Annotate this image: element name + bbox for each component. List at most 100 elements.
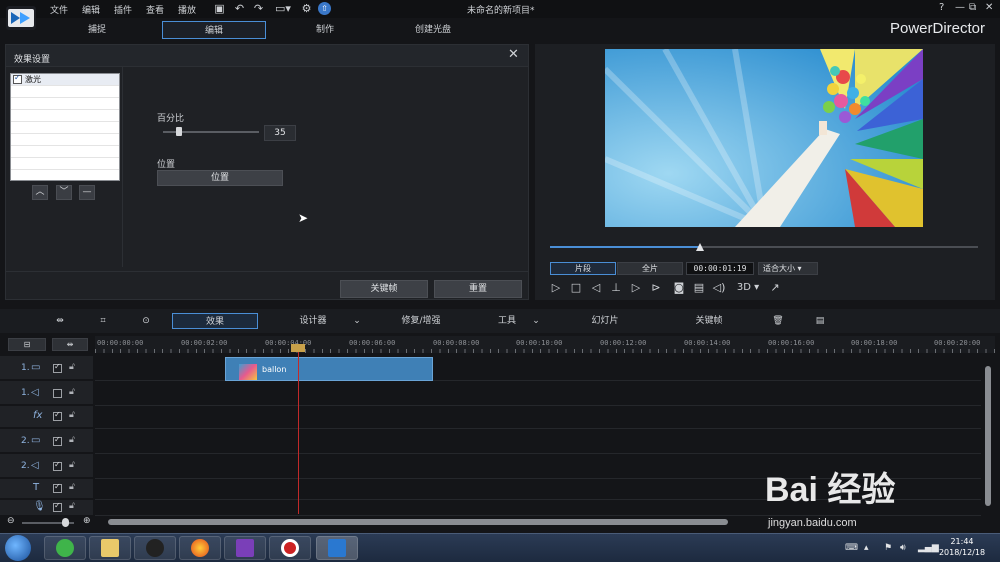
- menu-playback[interactable]: 播放: [178, 3, 196, 16]
- restore-button[interactable]: ⧉: [969, 2, 976, 13]
- position-button[interactable]: 位置: [157, 170, 283, 186]
- tab-create-disc[interactable]: 创建光盘: [398, 21, 468, 39]
- track-enable-checkbox[interactable]: [53, 435, 62, 446]
- track-enable-checkbox[interactable]: [53, 389, 62, 398]
- list-item: [11, 134, 119, 146]
- menu-edit[interactable]: 编辑: [82, 3, 100, 16]
- vertical-scrollbar[interactable]: [985, 366, 991, 506]
- audio-track-1[interactable]: [95, 381, 981, 406]
- effects-button[interactable]: 效果: [172, 313, 258, 329]
- lock-icon[interactable]: 🔓︎: [69, 410, 75, 420]
- zoom-slider-handle[interactable]: [62, 518, 69, 527]
- percent-value-input[interactable]: 35: [264, 125, 296, 141]
- crop-icon[interactable]: ⌗: [95, 313, 111, 329]
- panel-title: 效果设置: [14, 55, 51, 65]
- designer-button[interactable]: 设计器: [290, 313, 336, 329]
- designer-dropdown-icon[interactable]: ⌄: [351, 313, 363, 329]
- menu-file[interactable]: 文件: [50, 3, 68, 16]
- tab-clip-mode[interactable]: 片段: [550, 262, 616, 275]
- fit-timeline-button[interactable]: ⇹: [52, 338, 88, 351]
- tools-button[interactable]: 工具: [490, 313, 524, 329]
- track-enable-checkbox[interactable]: [53, 460, 62, 471]
- percent-label: 百分比: [157, 114, 185, 124]
- tab-movie-mode[interactable]: 全片: [617, 262, 683, 275]
- lock-icon[interactable]: 🔓︎: [69, 387, 75, 397]
- tools-dropdown-icon[interactable]: ⌄: [530, 313, 542, 329]
- 3d-mode-button[interactable]: 3D ▾: [734, 281, 762, 295]
- effect-name: 激光: [25, 75, 41, 84]
- remove-effect-button[interactable]: —: [79, 185, 95, 200]
- preview-scrubber-handle[interactable]: [696, 243, 704, 251]
- undock-preview-icon[interactable]: ↗: [768, 281, 782, 295]
- stop-icon[interactable]: □: [569, 281, 583, 295]
- fast-forward-icon[interactable]: ⊳: [649, 281, 663, 295]
- horizontal-scrollbar[interactable]: [108, 519, 728, 525]
- split-clip-icon[interactable]: ⇹: [52, 313, 68, 329]
- playhead-handle[interactable]: [291, 344, 305, 352]
- play-icon[interactable]: ▷: [549, 281, 563, 295]
- move-up-button[interactable]: ︿: [32, 185, 48, 200]
- lock-icon[interactable]: 🔓︎: [69, 501, 75, 511]
- lock-icon[interactable]: 🔓︎: [69, 362, 75, 372]
- tab-produce[interactable]: 制作: [290, 21, 360, 39]
- menu-view[interactable]: 查看: [146, 3, 164, 16]
- keyframe-tool-button[interactable]: 关键帧: [688, 313, 730, 329]
- lock-icon[interactable]: 🔓︎: [69, 482, 75, 492]
- split-icon[interactable]: ⊥: [609, 281, 623, 295]
- effect-list-item[interactable]: 激光: [11, 73, 119, 86]
- next-frame-icon[interactable]: ▷: [629, 281, 643, 295]
- baidu-watermark-url: jingyan.baidu.com: [768, 517, 857, 529]
- delete-trash-icon[interactable]: 🗑: [771, 313, 785, 329]
- volume-tray-icon[interactable]: 🔊︎: [900, 543, 906, 553]
- subtitle-icon[interactable]: ▤: [692, 281, 706, 295]
- zoom-in-icon[interactable]: ⊕: [83, 516, 91, 526]
- previous-frame-icon[interactable]: ◁: [589, 281, 603, 295]
- upgrade-icon[interactable]: ⇧: [318, 2, 331, 15]
- add-marker-icon[interactable]: ⊙: [138, 313, 154, 329]
- fit-size-dropdown[interactable]: 适合大小 ▾: [758, 262, 818, 275]
- taskbar-clock[interactable]: 21:44 2018/12/18: [936, 536, 988, 558]
- mouse-cursor-icon: ➤: [298, 211, 309, 225]
- undo-icon[interactable]: ↶: [233, 2, 246, 15]
- save-icon[interactable]: ▣: [213, 2, 226, 15]
- track-manager-button[interactable]: ⊟: [8, 338, 46, 351]
- track-enable-checkbox[interactable]: [53, 501, 62, 512]
- tab-capture[interactable]: 捕捉: [62, 21, 132, 39]
- minimize-button[interactable]: —: [955, 2, 965, 13]
- snapshot-camera-icon[interactable]: ◙: [672, 281, 686, 295]
- firefox-icon: [191, 539, 209, 557]
- keyboard-icon[interactable]: ⌨: [845, 543, 858, 553]
- keyframe-button[interactable]: 关键帧: [340, 280, 428, 298]
- panel-close-icon[interactable]: ✕: [508, 47, 519, 62]
- settings-gear-icon[interactable]: ⚙: [300, 2, 313, 15]
- powerdirector-icon: [328, 539, 346, 557]
- close-button[interactable]: ✕: [985, 2, 993, 13]
- track-enable-checkbox[interactable]: [53, 362, 62, 373]
- percent-slider-handle[interactable]: [176, 127, 182, 136]
- lock-icon[interactable]: 🔓︎: [69, 435, 75, 445]
- lock-icon[interactable]: 🔓︎: [69, 460, 75, 470]
- reset-button[interactable]: 重置: [434, 280, 522, 298]
- video-track-2[interactable]: [95, 429, 981, 454]
- effect-list[interactable]: 激光: [10, 73, 120, 181]
- action-center-flag-icon[interactable]: ⚑: [884, 543, 892, 553]
- move-down-button[interactable]: ﹀: [56, 185, 72, 200]
- track-enable-checkbox[interactable]: [53, 482, 62, 493]
- menu-plugins[interactable]: 插件: [114, 3, 132, 16]
- help-button[interactable]: ?: [939, 2, 944, 13]
- redo-icon[interactable]: ↷: [252, 2, 265, 15]
- effect-enable-checkbox[interactable]: [13, 73, 22, 84]
- zoom-out-icon[interactable]: ⊖: [7, 516, 15, 526]
- timecode-display[interactable]: 00:00:01:19: [686, 262, 754, 275]
- start-button[interactable]: [5, 535, 31, 561]
- volume-icon[interactable]: ◁): [712, 281, 726, 295]
- aspect-ratio-icon[interactable]: ▭▾: [272, 2, 294, 15]
- tray-expand-icon[interactable]: ▴: [864, 543, 869, 553]
- fix-enhance-button[interactable]: 修复/增强: [393, 313, 449, 329]
- list-item: [11, 146, 119, 158]
- export-list-icon[interactable]: ▤: [813, 313, 827, 329]
- track-enable-checkbox[interactable]: [53, 410, 62, 421]
- tab-edit[interactable]: 编辑: [162, 21, 266, 39]
- fx-track[interactable]: [95, 406, 981, 429]
- slideshow-button[interactable]: 幻灯片: [585, 313, 625, 329]
